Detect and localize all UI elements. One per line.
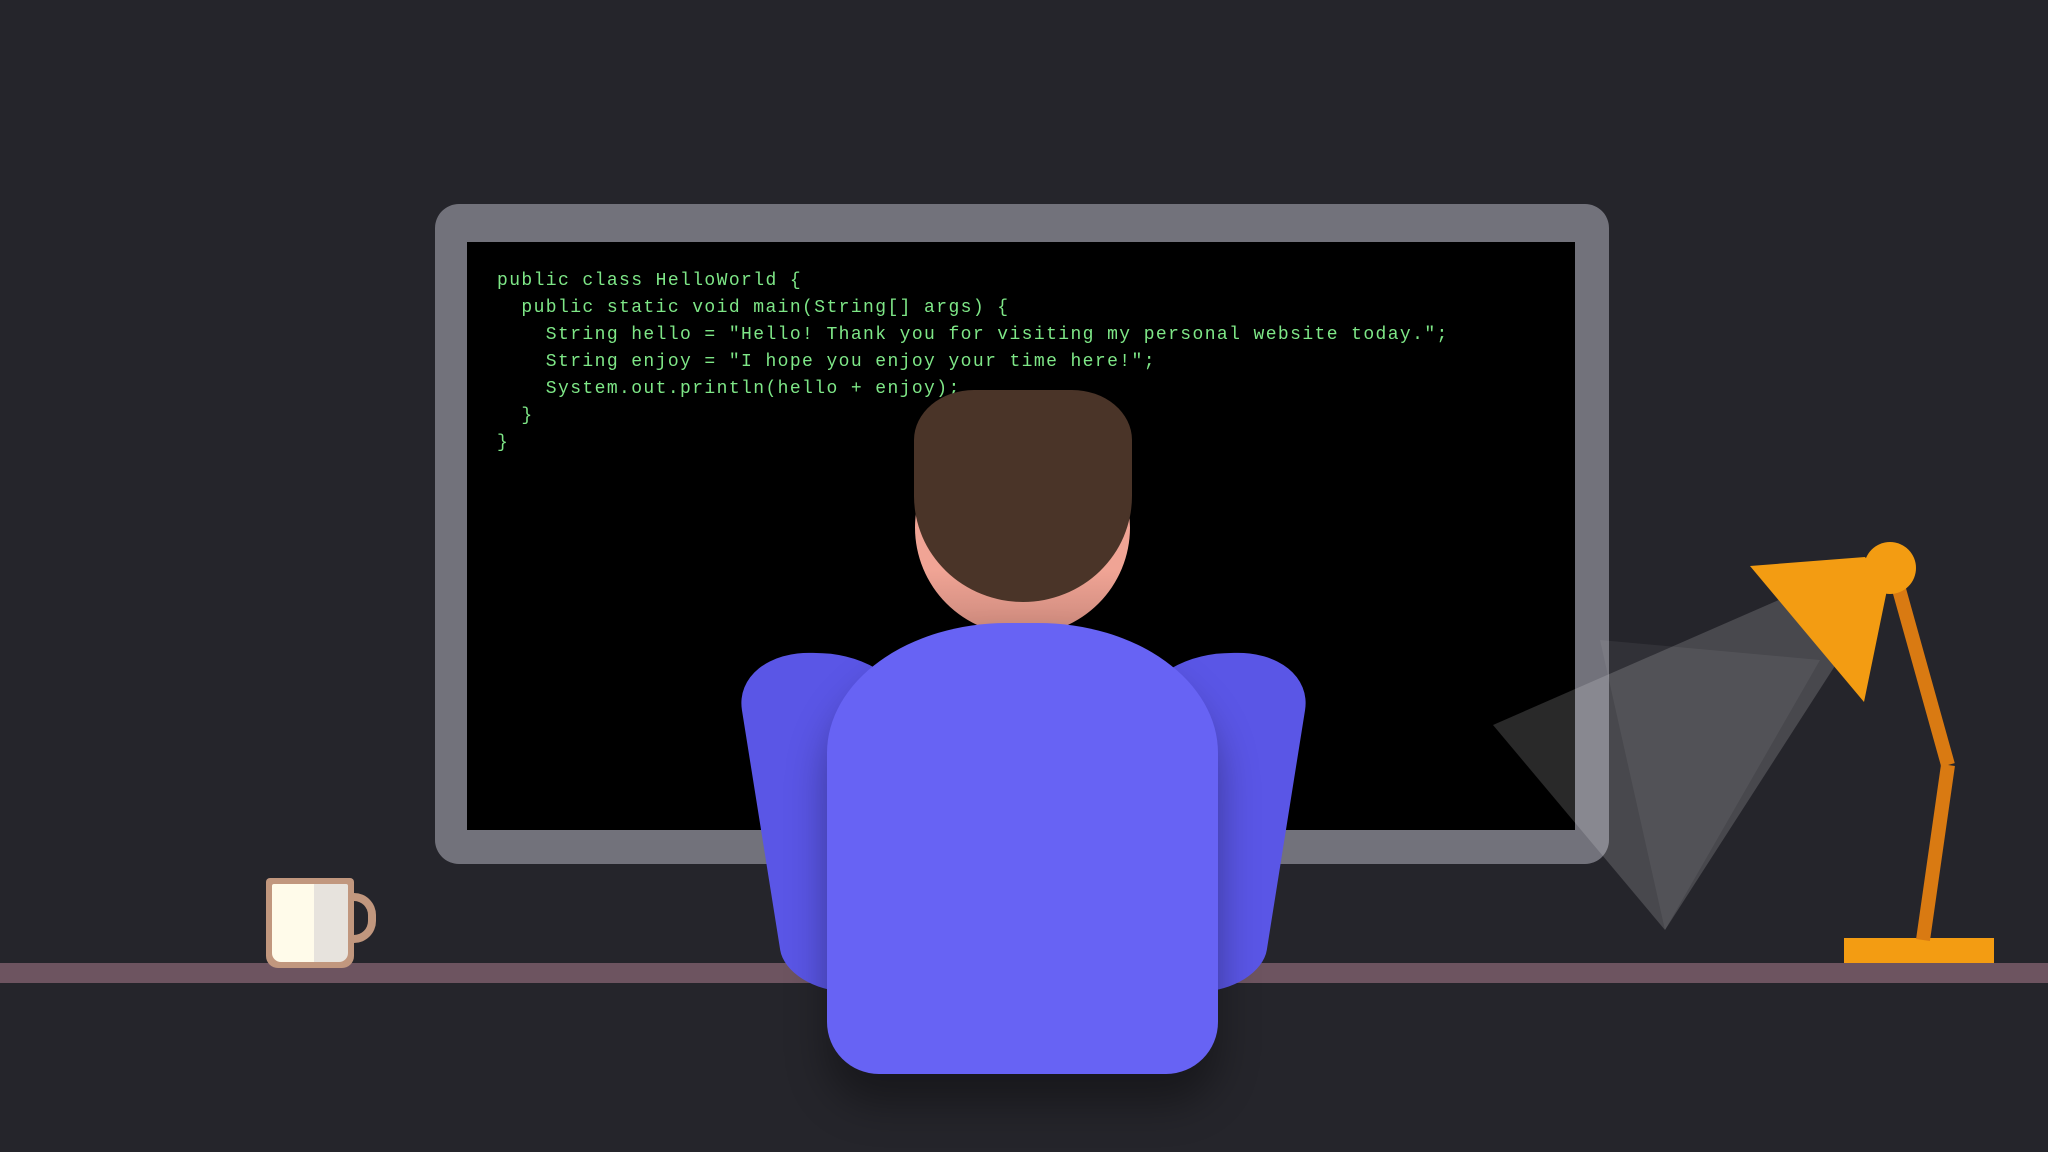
scene: public class HelloWorld { public static … <box>0 0 2048 1152</box>
coffee-mug-icon <box>266 878 390 970</box>
lamp-lower-arm <box>1916 764 1955 941</box>
mug-liquid <box>272 884 348 962</box>
lamp-upper-arm <box>1888 573 1955 767</box>
lamp-joint <box>1864 542 1916 594</box>
mug-body <box>266 878 354 968</box>
